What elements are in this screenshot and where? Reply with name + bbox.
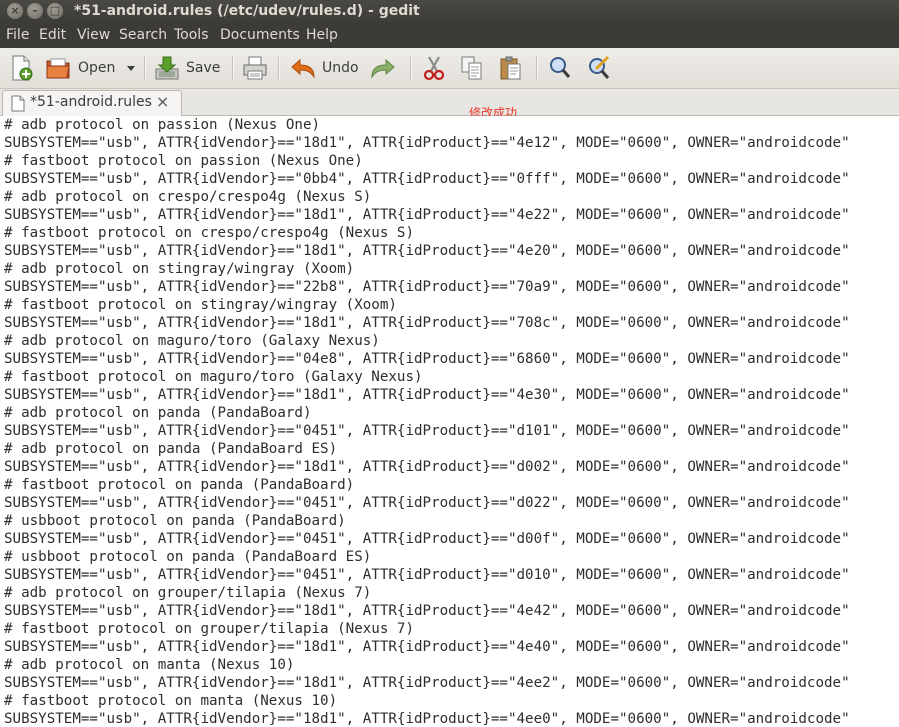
- new-document-icon: [10, 55, 34, 81]
- code-line: # fastboot protocol on passion (Nexus On…: [4, 153, 363, 169]
- print-button[interactable]: [242, 54, 268, 82]
- code-line: # fastboot protocol on maguro/toro (Gala…: [4, 369, 423, 385]
- code-line: SUBSYSTEM=="usb", ATTR{idVendor}=="18d1"…: [4, 459, 850, 475]
- code-line: # fastboot protocol on manta (Nexus 10): [4, 693, 338, 709]
- clipboard-icon: [498, 55, 522, 81]
- tab-label: *51-android.rules: [30, 94, 152, 110]
- window-title: *51-android.rules (/etc/udev/rules.d) - …: [74, 3, 420, 19]
- redo-button[interactable]: [370, 54, 396, 82]
- code-line: # fastboot protocol on panda (PandaBoard…: [4, 477, 355, 493]
- undo-button[interactable]: Undo: [290, 54, 359, 82]
- code-line: SUBSYSTEM=="usb", ATTR{idVendor}=="0451"…: [4, 423, 850, 439]
- toolbar-separator: [278, 56, 280, 80]
- menu-tools[interactable]: Tools: [174, 27, 209, 43]
- code-line: SUBSYSTEM=="usb", ATTR{idVendor}=="04e8"…: [4, 351, 850, 367]
- toolbar-separator: [232, 56, 234, 80]
- toolbar-separator: [144, 56, 146, 80]
- menu-documents[interactable]: Documents: [220, 27, 300, 43]
- new-document-button[interactable]: [10, 54, 34, 82]
- tab-strip: *51-android.rules ×: [0, 89, 899, 116]
- code-line: # adb protocol on passion (Nexus One): [4, 117, 321, 133]
- open-folder-icon: [46, 56, 72, 80]
- paste-button[interactable]: [498, 54, 522, 82]
- printer-icon: [242, 55, 268, 81]
- menu-file[interactable]: File: [6, 27, 29, 43]
- undo-arrow-icon: [290, 57, 316, 79]
- tab-close-icon[interactable]: ×: [156, 92, 169, 111]
- code-line: SUBSYSTEM=="usb", ATTR{idVendor}=="18d1"…: [4, 243, 850, 259]
- copy-icon: [460, 55, 484, 81]
- title-bar: × – □ *51-android.rules (/etc/udev/rules…: [0, 0, 899, 24]
- code-line: # usbboot protocol on panda (PandaBoard): [4, 513, 346, 529]
- code-line: # adb protocol on stingray/wingray (Xoom…: [4, 261, 355, 277]
- code-line: # adb protocol on grouper/tilapia (Nexus…: [4, 585, 372, 601]
- code-line: SUBSYSTEM=="usb", ATTR{idVendor}=="0451"…: [4, 531, 850, 547]
- toolbar: Open Save Undo: [0, 48, 899, 89]
- code-line: SUBSYSTEM=="usb", ATTR{idVendor}=="18d1"…: [4, 675, 850, 691]
- find-button[interactable]: [548, 54, 572, 82]
- code-line: SUBSYSTEM=="usb", ATTR{idVendor}=="18d1"…: [4, 387, 850, 403]
- code-line: SUBSYSTEM=="usb", ATTR{idVendor}=="18d1"…: [4, 603, 850, 619]
- text-file-icon: [11, 95, 25, 116]
- scissors-icon: [422, 55, 446, 81]
- code-line: # fastboot protocol on stingray/wingray …: [4, 297, 397, 313]
- code-line: # adb protocol on panda (PandaBoard): [4, 405, 312, 421]
- menu-bar: File Edit View Search Tools Documents He…: [0, 24, 899, 48]
- open-recent-dropdown[interactable]: [126, 54, 136, 82]
- code-line: SUBSYSTEM=="usb", ATTR{idVendor}=="18d1"…: [4, 207, 850, 223]
- code-line: SUBSYSTEM=="usb", ATTR{idVendor}=="0bb4"…: [4, 171, 850, 187]
- save-button[interactable]: Save: [154, 54, 220, 82]
- minimize-window-button[interactable]: –: [27, 3, 43, 19]
- code-line: SUBSYSTEM=="usb", ATTR{idVendor}=="0451"…: [4, 495, 850, 511]
- cut-button[interactable]: [422, 54, 446, 82]
- menu-edit[interactable]: Edit: [39, 27, 66, 43]
- code-line: SUBSYSTEM=="usb", ATTR{idVendor}=="18d1"…: [4, 135, 850, 151]
- toolbar-separator: [536, 56, 538, 80]
- menu-view[interactable]: View: [77, 27, 110, 43]
- close-window-button[interactable]: ×: [7, 3, 23, 19]
- text-editor[interactable]: # adb protocol on passion (Nexus One) SU…: [0, 116, 899, 727]
- code-line: SUBSYSTEM=="usb", ATTR{idVendor}=="18d1"…: [4, 315, 850, 331]
- code-line: # adb protocol on manta (Nexus 10): [4, 657, 295, 673]
- code-line: SUBSYSTEM=="usb", ATTR{idVendor}=="22b8"…: [4, 279, 850, 295]
- undo-label: Undo: [322, 60, 359, 76]
- code-line: # adb protocol on crespo/crespo4g (Nexus…: [4, 189, 372, 205]
- code-line: SUBSYSTEM=="usb", ATTR{idVendor}=="0451"…: [4, 567, 850, 583]
- save-icon: [154, 55, 180, 81]
- redo-arrow-icon: [370, 57, 396, 79]
- dropdown-arrow-icon: [126, 63, 136, 73]
- code-line: # adb protocol on panda (PandaBoard ES): [4, 441, 338, 457]
- search-icon: [548, 55, 572, 81]
- open-label: Open: [78, 60, 116, 76]
- copy-button[interactable]: [460, 54, 484, 82]
- code-line: # fastboot protocol on grouper/tilapia (…: [4, 621, 414, 637]
- find-replace-button[interactable]: [586, 54, 612, 82]
- find-replace-icon: [586, 55, 612, 81]
- open-button[interactable]: Open: [46, 54, 115, 82]
- code-line: # fastboot protocol on crespo/crespo4g (…: [4, 225, 414, 241]
- menu-help[interactable]: Help: [306, 27, 338, 43]
- code-line: SUBSYSTEM=="usb", ATTR{idVendor}=="18d1"…: [4, 711, 850, 727]
- toolbar-separator: [410, 56, 412, 80]
- menu-search[interactable]: Search: [119, 27, 167, 43]
- code-line: # usbboot protocol on panda (PandaBoard …: [4, 549, 372, 565]
- maximize-window-button[interactable]: □: [47, 3, 63, 19]
- tab-51-android-rules[interactable]: *51-android.rules ×: [2, 90, 182, 116]
- save-label: Save: [186, 60, 221, 76]
- code-line: SUBSYSTEM=="usb", ATTR{idVendor}=="18d1"…: [4, 639, 850, 655]
- code-line: # adb protocol on maguro/toro (Galaxy Ne…: [4, 333, 380, 349]
